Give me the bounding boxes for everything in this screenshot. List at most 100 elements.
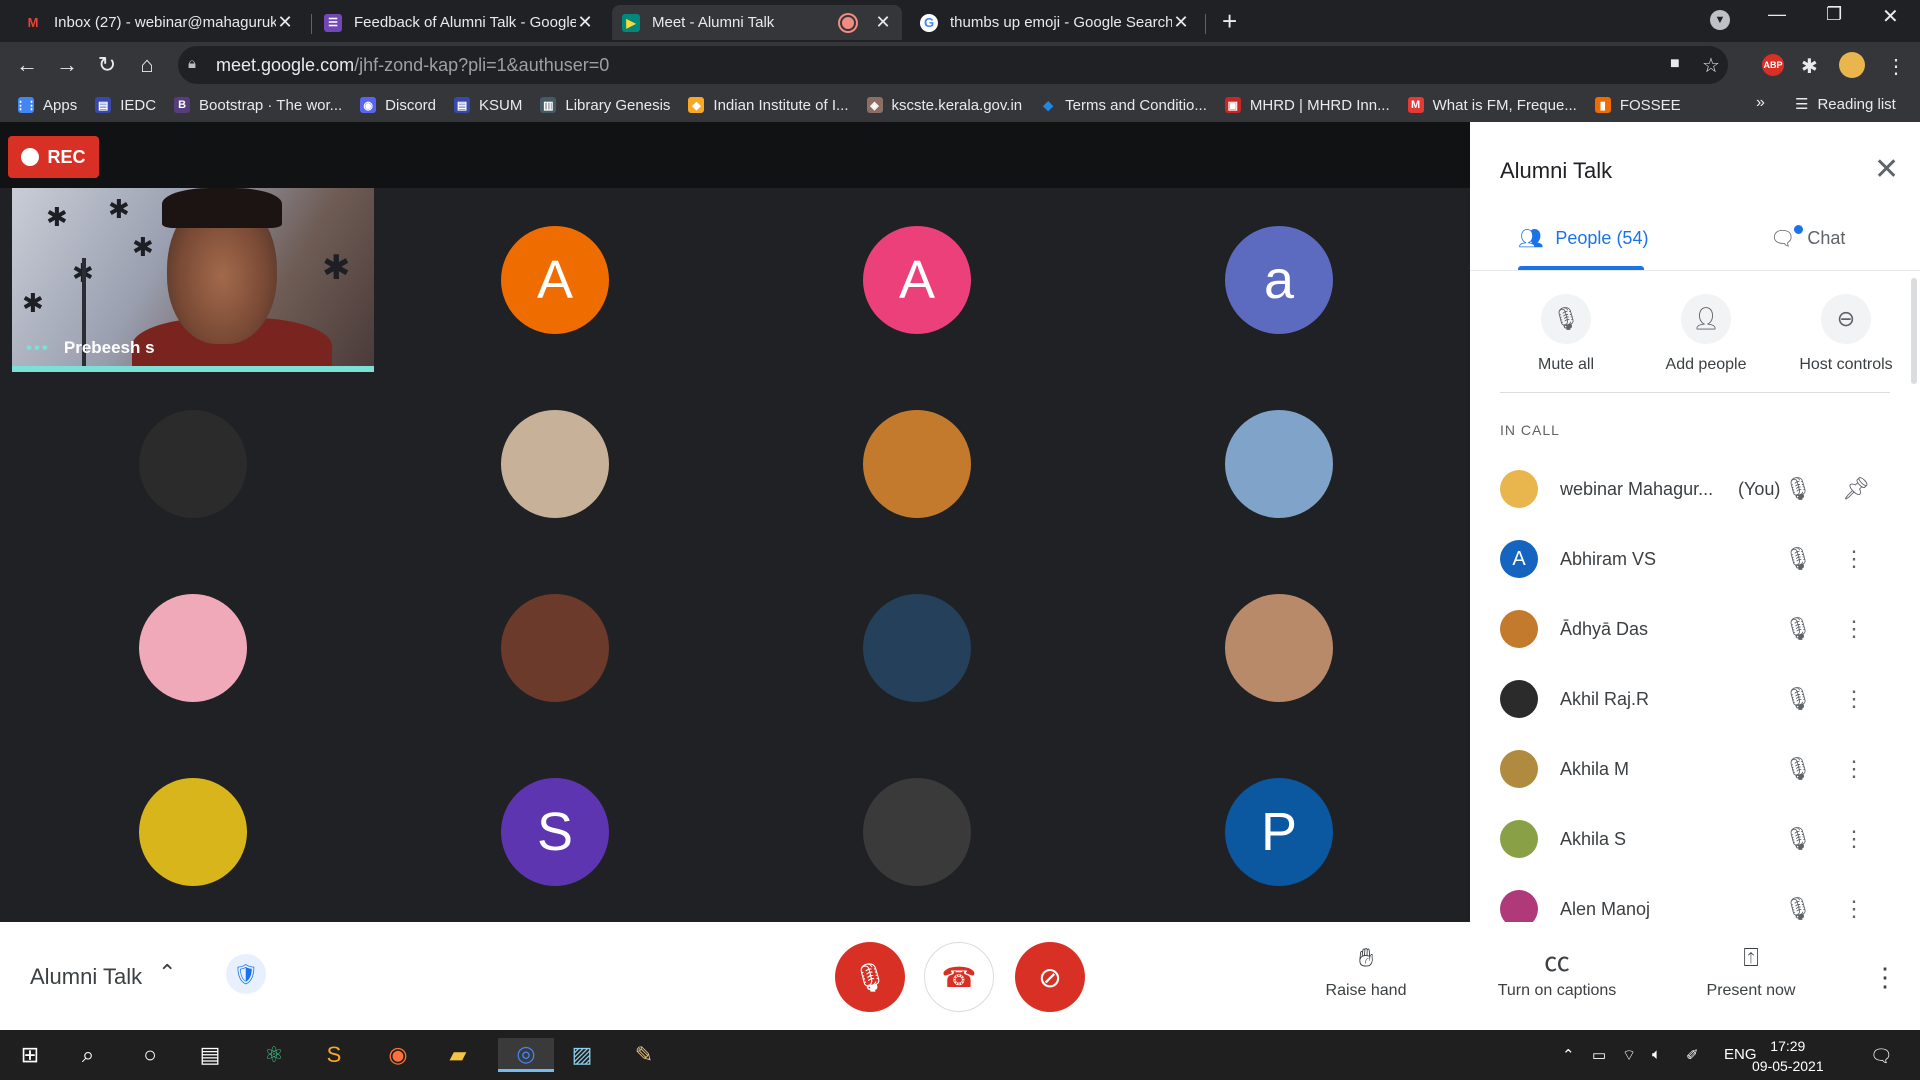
host-controls-button[interactable]: ⊖ Host controls bbox=[1776, 294, 1916, 374]
participant-tile[interactable] bbox=[1098, 556, 1460, 740]
bookmark-iedc[interactable]: ▤ IEDC bbox=[95, 97, 156, 114]
leave-call-button[interactable]: ☎︎ bbox=[924, 942, 994, 1012]
chrome-taskbar-icon[interactable]: ◎ bbox=[498, 1038, 554, 1072]
participant-row[interactable]: webinar Mahagur... (You) 🎙︎ 📌︎ bbox=[1500, 460, 1900, 518]
more-actions-icon[interactable]: ⋮ bbox=[1842, 896, 1866, 922]
battery-icon[interactable]: ▭ bbox=[1592, 1046, 1606, 1064]
tab-gmail[interactable]: M Inbox (27) - webinar@mahagurukt ✕ bbox=[14, 5, 304, 40]
file-explorer-icon[interactable]: ▰ bbox=[434, 1038, 482, 1072]
close-window-icon[interactable]: ✕ bbox=[1882, 4, 1899, 29]
paint-app-icon[interactable]: ✎ bbox=[620, 1038, 668, 1072]
minimize-icon[interactable]: — bbox=[1768, 4, 1786, 25]
close-tab-icon[interactable]: ✕ bbox=[874, 12, 892, 33]
volume-icon[interactable]: 🔈︎ bbox=[1652, 1046, 1661, 1063]
participant-row[interactable]: Alen Manoj 🎙︎ ⋮ bbox=[1500, 880, 1900, 922]
bookmark-library-genesis[interactable]: ▥ Library Genesis bbox=[540, 97, 670, 114]
address-bar[interactable]: 🔒︎ meet.google.com/jhf-zond-kap?pli=1&au… bbox=[178, 46, 1728, 84]
profile-avatar[interactable] bbox=[1839, 52, 1865, 78]
bookmark-bootstrap[interactable]: B Bootstrap · The wor... bbox=[174, 97, 342, 114]
tab-people[interactable]: 👥︎ People (54) bbox=[1518, 226, 1648, 251]
speaker-tile[interactable]: ✱ ✱ ✱ ✱ ✱ ✱ ••• Prebeesh s bbox=[12, 188, 374, 372]
participant-tile[interactable] bbox=[1098, 372, 1460, 556]
more-actions-icon[interactable]: ⋮ bbox=[1842, 756, 1866, 782]
url-text[interactable]: meet.google.com/jhf-zond-kap?pli=1&authu… bbox=[216, 55, 609, 76]
back-icon[interactable]: ← bbox=[12, 50, 42, 80]
participant-tile[interactable] bbox=[12, 372, 374, 556]
participant-tile[interactable] bbox=[736, 740, 1098, 924]
camera-in-use-icon[interactable]: ■ bbox=[1670, 55, 1680, 73]
chevron-up-icon[interactable]: ⌃ bbox=[158, 960, 176, 986]
close-tab-icon[interactable]: ✕ bbox=[1172, 12, 1190, 33]
bookmark-kscste[interactable]: ◈ kscste.kerala.gov.in bbox=[866, 97, 1022, 114]
host-shield-icon[interactable]: 🛡︎ bbox=[226, 954, 266, 994]
task-view-icon[interactable]: ▤ bbox=[186, 1038, 234, 1072]
bookmark-apps[interactable]: ⋮⋮ Apps bbox=[15, 97, 77, 114]
extensions-icon[interactable]: ✱ bbox=[1801, 54, 1818, 79]
bookmark-fm[interactable]: M What is FM, Freque... bbox=[1407, 97, 1577, 114]
notifications-icon[interactable]: 🗨︎ bbox=[1870, 1046, 1893, 1067]
windows-start-icon[interactable]: ⊞ bbox=[6, 1038, 54, 1072]
maximize-icon[interactable]: ❐ bbox=[1826, 4, 1842, 25]
participant-tile[interactable]: P bbox=[1098, 740, 1460, 924]
pin-icon[interactable]: 📌︎ bbox=[1842, 476, 1870, 502]
tray-chevron-icon[interactable]: ⌃ bbox=[1562, 1046, 1575, 1064]
meeting-details-title[interactable]: Alumni Talk bbox=[30, 964, 142, 990]
bookmark-fossee[interactable]: ▮ FOSSEE bbox=[1594, 97, 1681, 114]
bookmark-discord[interactable]: ◉ Discord bbox=[360, 97, 436, 114]
participant-tile[interactable]: a bbox=[1098, 188, 1460, 372]
participant-tile[interactable] bbox=[12, 556, 374, 740]
bookmark-mhrd[interactable]: ▣ MHRD | MHRD Inn... bbox=[1224, 97, 1390, 114]
more-actions-icon[interactable]: ⋮ bbox=[1842, 686, 1866, 712]
participant-tile[interactable] bbox=[374, 372, 736, 556]
participant-tile[interactable]: A bbox=[374, 188, 736, 372]
raise-hand-button[interactable]: ✋︎ Raise hand bbox=[1306, 942, 1426, 1000]
tab-chat[interactable]: 🗨︎ Chat bbox=[1770, 226, 1845, 251]
tab-forms[interactable]: ☰ Feedback of Alumni Talk - Google Forms… bbox=[314, 5, 604, 40]
participant-row[interactable]: Akhil Raj.R 🎙︎ ⋮ bbox=[1500, 670, 1900, 728]
wifi-icon[interactable]: ⌔ bbox=[1622, 1046, 1636, 1065]
participant-tile[interactable] bbox=[736, 372, 1098, 556]
tab-google-search[interactable]: G thumbs up emoji - Google Search ✕ bbox=[910, 5, 1200, 40]
participant-tile[interactable] bbox=[736, 556, 1098, 740]
participant-row[interactable]: A Abhiram VS 🎙︎ ⋮ bbox=[1500, 530, 1900, 588]
participant-tile[interactable]: S bbox=[374, 740, 736, 924]
camera-toggle-button[interactable]: ⊘ bbox=[1015, 942, 1085, 1012]
reading-list-button[interactable]: ☰ Reading list bbox=[1795, 95, 1896, 114]
participant-tile[interactable] bbox=[374, 556, 736, 740]
close-icon[interactable]: ✕ bbox=[1874, 152, 1899, 187]
pen-icon[interactable]: ✐ bbox=[1686, 1046, 1699, 1064]
notepad-app-icon[interactable]: ▨ bbox=[558, 1038, 606, 1072]
home-icon[interactable]: ⌂ bbox=[132, 50, 162, 80]
reload-icon[interactable]: ↻ bbox=[92, 50, 122, 80]
more-actions-icon[interactable]: ⋮ bbox=[1842, 616, 1866, 642]
adblock-icon[interactable]: ABP bbox=[1762, 54, 1784, 76]
close-tab-icon[interactable]: ✕ bbox=[276, 12, 294, 33]
new-tab-icon[interactable]: + bbox=[1222, 6, 1237, 37]
more-options-icon[interactable]: ⋮ bbox=[1872, 962, 1898, 993]
mute-all-button[interactable]: 🎙︎ Mute all bbox=[1496, 294, 1636, 374]
menu-dots-icon[interactable]: ⋮ bbox=[1886, 54, 1906, 79]
system-clock[interactable]: 17:29 09-05-2021 bbox=[1752, 1036, 1824, 1076]
firefox-icon[interactable]: ◉ bbox=[374, 1038, 422, 1072]
more-actions-icon[interactable]: ⋮ bbox=[1842, 546, 1866, 572]
lock-icon[interactable]: 🔒︎ bbox=[188, 55, 196, 72]
more-bookmarks-icon[interactable]: » bbox=[1756, 94, 1765, 112]
captions-button[interactable]: ㏄ Turn on captions bbox=[1482, 942, 1632, 1000]
bookmark-indian-institute[interactable]: ◆ Indian Institute of I... bbox=[688, 97, 849, 114]
bookmark-terms[interactable]: ⬥ Terms and Conditio... bbox=[1040, 97, 1207, 114]
participant-tile[interactable] bbox=[12, 740, 374, 924]
bookmark-star-icon[interactable]: ☆ bbox=[1702, 53, 1720, 78]
atom-app-icon[interactable]: ⚛ bbox=[250, 1038, 298, 1072]
cortana-icon[interactable]: ○ bbox=[126, 1038, 174, 1072]
forward-icon[interactable]: → bbox=[52, 50, 82, 80]
tab-meet[interactable]: ▶ Meet - Alumni Talk ✕ bbox=[612, 5, 902, 40]
search-icon[interactable]: ⌕ bbox=[64, 1038, 112, 1072]
microphone-toggle-button[interactable]: 🎙︎ bbox=[835, 942, 905, 1012]
participant-row[interactable]: Ādhyā Das 🎙︎ ⋮ bbox=[1500, 600, 1900, 658]
bookmark-ksum[interactable]: ▤ KSUM bbox=[454, 97, 522, 114]
sublime-text-icon[interactable]: S bbox=[310, 1038, 358, 1072]
more-actions-icon[interactable]: ⋮ bbox=[1842, 826, 1866, 852]
present-now-button[interactable]: ⍐ Present now bbox=[1695, 942, 1807, 1000]
panel-scrollbar[interactable] bbox=[1911, 278, 1917, 384]
participant-row[interactable]: Akhila M 🎙︎ ⋮ bbox=[1500, 740, 1900, 798]
